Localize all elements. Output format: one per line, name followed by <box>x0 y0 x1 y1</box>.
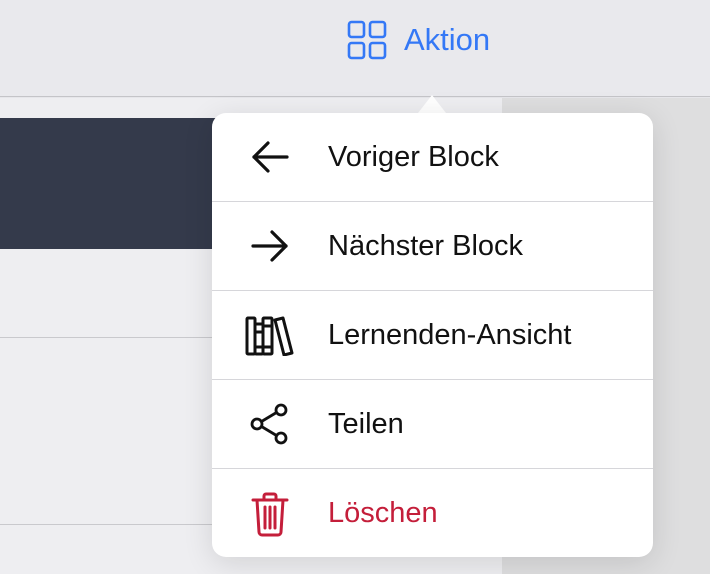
menu-item-label: Lernenden-Ansicht <box>328 318 572 351</box>
books-icon <box>245 316 294 356</box>
menu-item-label: Löschen <box>328 497 438 529</box>
grid-icon <box>347 20 387 60</box>
menu-item-previous-block[interactable]: Voriger Block <box>212 113 653 202</box>
arrow-left-icon <box>252 141 289 173</box>
popover-arrow <box>418 95 446 113</box>
trash-icon <box>251 492 289 536</box>
share-icon <box>250 403 288 445</box>
action-button-label: Aktion <box>404 22 491 57</box>
action-menu: Voriger Block Nächster Block Lernenden-A <box>212 113 653 557</box>
menu-item-label: Nächster Block <box>328 229 524 262</box>
menu-item-learner-view[interactable]: Lernenden-Ansicht <box>212 291 653 380</box>
menu-item-share[interactable]: Teilen <box>212 380 653 469</box>
menu-item-next-block[interactable]: Nächster Block <box>212 202 653 291</box>
arrow-right-icon <box>251 230 288 262</box>
menu-item-label: Voriger Block <box>328 140 499 173</box>
menu-item-delete[interactable]: Löschen <box>212 469 653 557</box>
action-button[interactable]: Aktion <box>346 18 490 62</box>
top-toolbar: Aktion <box>0 0 710 97</box>
menu-item-label: Teilen <box>328 407 404 440</box>
